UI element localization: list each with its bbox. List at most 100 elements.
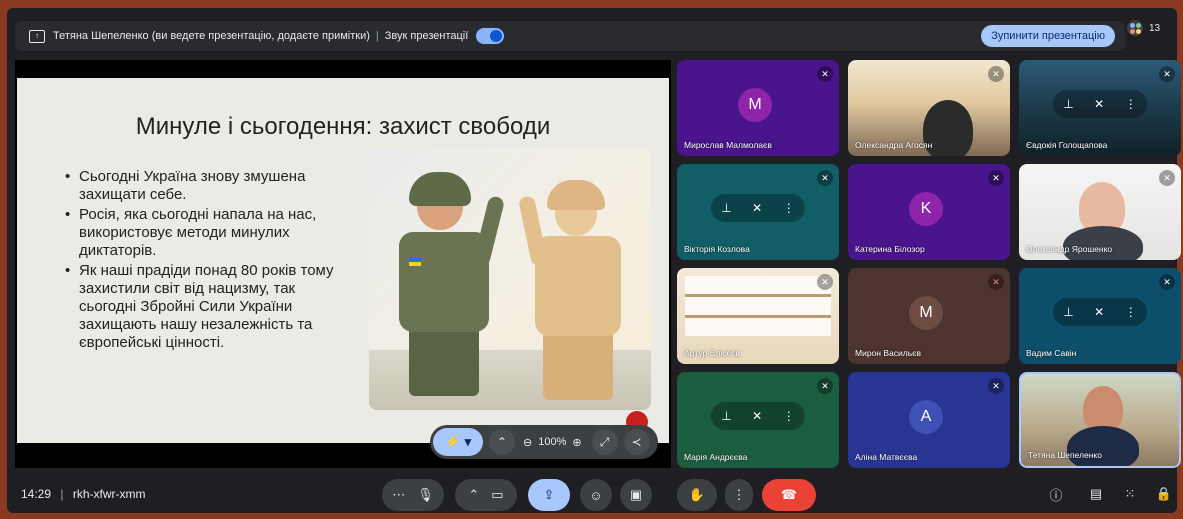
slide-title: Минуле і сьогодення: захист свободи [135, 113, 551, 140]
muted-mic-icon: ✕ [988, 170, 1004, 186]
muted-mic-icon: ✕ [817, 170, 833, 186]
participant-name: Марія Андрєєва [684, 452, 748, 462]
muted-mic-icon: ✕ [988, 274, 1004, 290]
pin-icon[interactable]: ⊥ [721, 409, 731, 423]
present-screen-icon: ↑ [29, 29, 45, 43]
slide-bullets: Сьогодні Україна знову змушена захищати … [65, 168, 355, 354]
participant-video [685, 276, 831, 336]
participant-tile[interactable]: ⊥ ✕ ⋮ ✕ Вадим Савін [1019, 268, 1181, 364]
slide: Минуле і сьогодення: захист свободи Сьог… [17, 78, 669, 443]
muted-mic-icon: ✕ [988, 378, 1004, 394]
participant-name: Вікторія Козлова [684, 244, 750, 254]
zoom-in-icon: ⊕ [572, 436, 582, 449]
current-time: 14:29 [21, 487, 52, 501]
more-options-icon[interactable]: ⋮ [783, 409, 795, 423]
ukraine-flag-patch [409, 258, 421, 266]
more-options-icon[interactable]: ⋮ [783, 201, 795, 215]
presentation-stage: Минуле і сьогодення: захист свободи Сьог… [15, 60, 671, 468]
participant-tile[interactable]: ⊥ ✕ ⋮ ✕ Марія Андрєєва [677, 372, 839, 468]
more-options-icon[interactable]: ⋮ [1125, 97, 1137, 111]
muted-mic-icon: ✕ [817, 66, 833, 82]
participant-name: Аліна Матвєєва [855, 452, 918, 462]
participant-tile[interactable]: M ✕ Мирон Васильєв [848, 268, 1010, 364]
raise-hand-button[interactable]: ✋ [677, 479, 717, 511]
presentation-sound-toggle[interactable] [476, 28, 505, 44]
pin-icon[interactable]: ⊥ [721, 201, 731, 215]
annotation-pen-button[interactable]: ⚡ ▾ [433, 428, 483, 456]
captions-button[interactable]: ▣ [620, 479, 652, 511]
tile-controls: ⊥ ✕ ⋮ [711, 402, 805, 430]
self-view-tile[interactable]: Тетяна Шепеленко [1019, 372, 1181, 468]
collapse-toolbar-button[interactable]: ⌃ [489, 429, 515, 455]
participant-tile[interactable]: K ✕ Катерина Білозор [848, 164, 1010, 260]
captions-icon: ▣ [629, 487, 643, 502]
chat-button[interactable]: ▤ [1087, 485, 1105, 503]
muted-mic-icon: ✕ [988, 66, 1004, 82]
participant-tile[interactable]: ✕ Олександр Ярошенко [1019, 164, 1181, 260]
zoom-in-button[interactable]: ⊕ [572, 436, 581, 449]
participant-tile[interactable]: ✕ Олександра Агосян [848, 60, 1010, 156]
zoom-out-icon: ⊖ [523, 436, 533, 449]
participant-name: Євдокія Голощапова [1026, 140, 1108, 150]
present-now-button[interactable]: ⇪ [528, 479, 570, 511]
camera-control-group[interactable]: ⌃ ▭ [455, 479, 517, 511]
bottom-bar: 14:29 | rkh-xfwr-xmm ⋯ 🎙 ⌃ ▭ ⇪ ☺ ▣ ✋ ⋮ ☎… [7, 475, 1177, 513]
slide-bullet: Як наші прадіди понад 80 років тому захи… [65, 262, 355, 352]
mute-icon[interactable]: ✕ [1094, 97, 1104, 111]
leave-call-button[interactable]: ☎ [762, 479, 816, 511]
meeting-code: rkh-xfwr-xmm [72, 487, 146, 501]
hang-up-icon: ☎ [780, 487, 798, 502]
participant-name: Олександра Агосян [855, 140, 933, 150]
reactions-button[interactable]: ☺ [580, 479, 612, 511]
participant-tile[interactable]: ✕ Артур Єлісєєв [677, 268, 839, 364]
microphone-icon[interactable]: 🎙 [417, 487, 434, 503]
more-audio-options-icon[interactable]: ⋯ [392, 487, 405, 503]
participant-name: Мирослав Малмолаєв [684, 140, 772, 150]
meeting-info: 14:29 | rkh-xfwr-xmm [21, 487, 146, 501]
mute-icon[interactable]: ✕ [1094, 305, 1104, 319]
participant-tile[interactable]: A ✕ Аліна Матвєєва [848, 372, 1010, 468]
activities-button[interactable]: ⁙ [1121, 485, 1139, 503]
people-count: 13 [1149, 22, 1161, 34]
modern-soldier-figure [389, 166, 509, 396]
muted-mic-icon: ✕ [817, 274, 833, 290]
share-button[interactable]: ≺ [623, 429, 650, 455]
historic-soldier-figure [517, 176, 637, 400]
avatar: M [738, 88, 772, 122]
info-separator: | [60, 487, 64, 501]
pin-icon[interactable]: ⊥ [1063, 97, 1073, 111]
people-button[interactable]: 13 [1127, 15, 1165, 41]
mic-control-group[interactable]: ⋯ 🎙 [382, 479, 444, 511]
zoom-out-button[interactable]: ⊖ [523, 436, 532, 449]
camera-icon[interactable]: ▭ [491, 487, 503, 503]
stop-presenting-button[interactable]: Зупинити презентацію [981, 25, 1115, 47]
participant-tile[interactable]: M ✕ Мирослав Малмолаєв [677, 60, 839, 156]
lock-person-icon: 🔒 [1155, 486, 1173, 501]
emoji-icon: ☺ [589, 487, 603, 503]
chevron-up-icon[interactable]: ⌃ [468, 487, 479, 503]
muted-mic-icon: ✕ [1159, 66, 1175, 82]
more-options-icon[interactable]: ⋮ [1125, 305, 1137, 319]
participant-name: Вадим Савін [1026, 348, 1077, 358]
participant-tile[interactable]: ⊥ ✕ ⋮ ✕ Вікторія Козлова [677, 164, 839, 260]
pin-icon[interactable]: ⊥ [1063, 305, 1073, 319]
host-controls-button[interactable]: 🔒 [1155, 485, 1173, 503]
banner-separator: | [375, 30, 379, 42]
avatar: M [909, 296, 943, 330]
participant-name: Олександр Ярошенко [1026, 244, 1113, 254]
fullscreen-button[interactable]: ⤢ [591, 429, 618, 455]
more-options-button[interactable]: ⋮ [725, 479, 753, 511]
participant-name: Тетяна Шепеленко [1028, 450, 1102, 460]
meeting-details-button[interactable]: ⓘ [1047, 485, 1065, 503]
slide-bullet: Сьогодні Україна знову змушена захищати … [65, 168, 355, 204]
tile-controls: ⊥ ✕ ⋮ [1053, 298, 1147, 326]
participant-tile[interactable]: ⊥ ✕ ⋮ ✕ Євдокія Голощапова [1019, 60, 1181, 156]
muted-mic-icon: ✕ [1159, 170, 1175, 186]
info-icon: ⓘ [1049, 487, 1063, 503]
mute-icon[interactable]: ✕ [752, 201, 762, 215]
mute-icon[interactable]: ✕ [752, 409, 762, 423]
apps-grid-icon: ⁙ [1124, 486, 1136, 501]
participant-name: Катерина Білозор [855, 244, 925, 254]
avatar: K [909, 192, 943, 226]
participant-name: Мирон Васильєв [855, 348, 921, 358]
